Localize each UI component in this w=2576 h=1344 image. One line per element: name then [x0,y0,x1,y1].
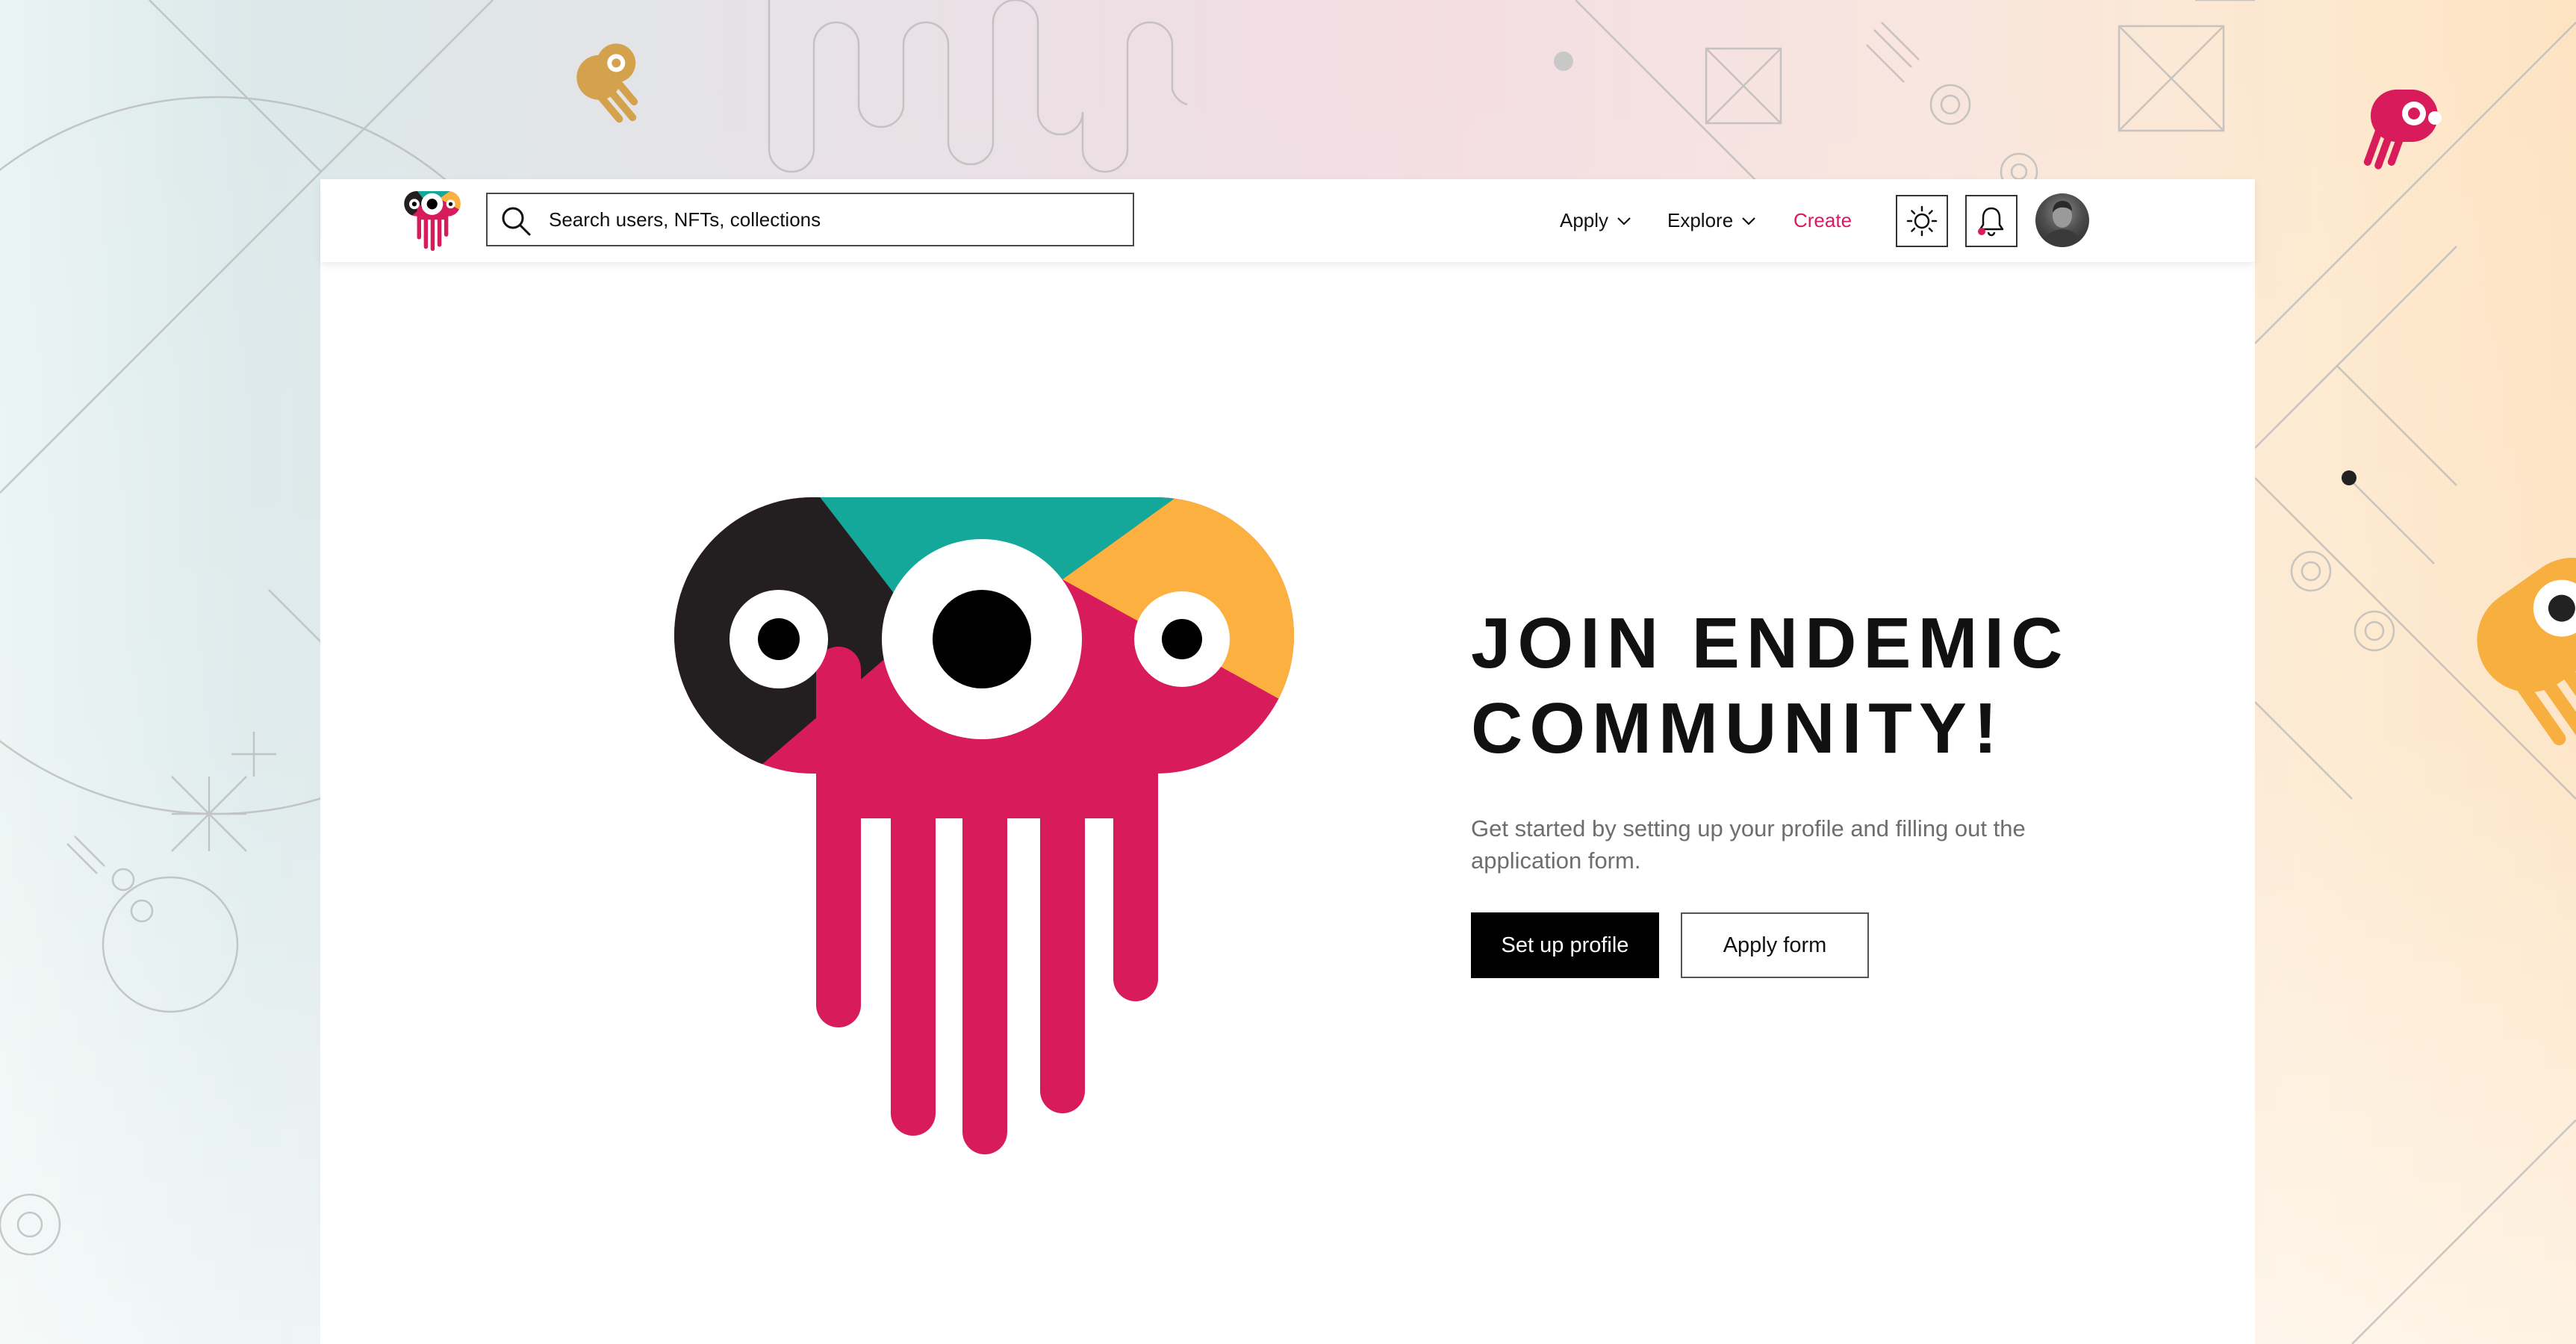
theme-toggle-button[interactable] [1896,195,1948,247]
notifications-button[interactable] [1965,195,2017,247]
tentacle [1040,721,1085,1113]
search-bar[interactable] [486,193,1134,246]
user-avatar-icon [2043,201,2082,247]
nav-create[interactable]: Create [1793,179,1852,262]
page-subtitle: Get started by setting up your profile a… [1471,815,2026,874]
notification-dot [1978,228,1985,235]
chevron-down-icon [1617,217,1631,225]
set-up-profile-button[interactable]: Set up profile [1471,912,1659,978]
app-window: Apply Explore Create [320,179,2255,1344]
page-title-line1: JOIN ENDEMIC [1471,603,2070,683]
tentacle [891,721,936,1136]
nav-apply[interactable]: Apply [1560,179,1632,262]
nav-explore[interactable]: Explore [1667,179,1757,262]
nav-apply-label: Apply [1560,209,1609,231]
tentacle [962,721,1007,1154]
top-navbar: Apply Explore Create [320,179,2255,262]
chevron-down-icon [1742,217,1755,225]
page-title: JOIN ENDEMIC COMMUNITY! [1471,601,2143,771]
bell-icon [1978,207,2004,237]
nav-explore-label: Explore [1667,209,1734,231]
search-icon [502,207,531,236]
sun-icon [1906,205,1938,237]
apply-form-button[interactable]: Apply form [1681,912,1869,978]
endemic-logo[interactable] [402,191,462,251]
hero-octopus-illustration [674,497,1294,1154]
tentacle [1113,647,1158,1001]
search-input[interactable] [549,200,1116,239]
page-title-line2: COMMUNITY! [1471,688,2004,768]
tentacle [816,647,861,1027]
avatar[interactable] [2035,193,2089,247]
nav-create-label: Create [1793,209,1852,231]
